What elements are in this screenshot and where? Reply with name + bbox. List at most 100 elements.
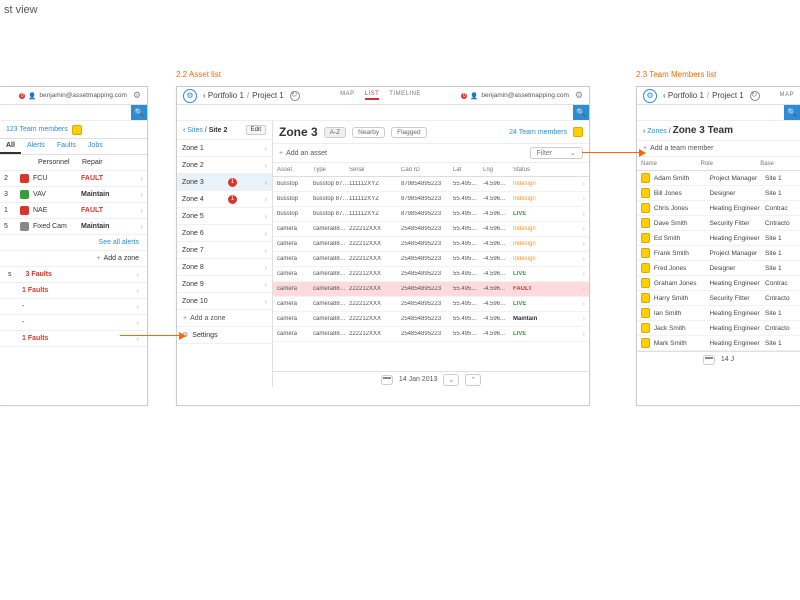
team-member-row[interactable]: Dave SmithSecurity FitterCntracto — [637, 216, 800, 231]
tab-map[interactable]: MAP — [779, 92, 794, 99]
add-zone-button[interactable]: Add a zone — [177, 310, 272, 327]
team-count-link[interactable]: 24 Team members — [509, 129, 567, 136]
team-member-row[interactable]: Graham JonesHeating EngineerContrac — [637, 276, 800, 291]
chevron-right-icon: › — [583, 226, 585, 233]
team-member-row[interactable]: Fred JonesDesignerSite 1 — [637, 261, 800, 276]
sort-flagged[interactable]: Flagged — [391, 127, 427, 138]
search-button[interactable]: 🔍 — [131, 105, 147, 120]
search-input[interactable] — [177, 105, 573, 120]
sort-nearby[interactable]: Nearby — [352, 127, 385, 138]
chevron-right-icon: › — [264, 246, 267, 255]
zone-row[interactable]: Zone 10› — [177, 293, 272, 310]
alert-row[interactable]: 5Fixed CamMaintain› — [0, 219, 147, 235]
chevron-right-icon: › — [264, 195, 267, 204]
breadcrumb[interactable]: ‹ Portfolio 1/Project 1 — [663, 91, 744, 100]
team-member-row[interactable]: Mark SmithHeating EngineerSite 1 — [637, 336, 800, 351]
filter-dropdown[interactable]: Filter⌄ — [530, 147, 583, 159]
calendar-icon[interactable] — [703, 355, 715, 365]
settings-link[interactable]: ⚙Settings — [177, 327, 272, 344]
team-badge-icon — [573, 127, 583, 137]
zone-row[interactable]: Zone 41› — [177, 191, 272, 208]
chevron-right-icon: › — [583, 256, 585, 263]
asset-row[interactable]: cameracamera8885...222212XXX254854895223… — [273, 282, 589, 297]
asset-row[interactable]: busstopbusstop 87985...111112XYZ87985489… — [273, 177, 589, 192]
tab-faults[interactable]: Faults — [51, 139, 82, 154]
team-badge-icon — [72, 125, 82, 135]
team-member-row[interactable]: Chris JonesHeating EngineerContrac — [637, 201, 800, 216]
tab-jobs[interactable]: Jobs — [82, 139, 109, 154]
add-team-member-button[interactable]: Add a team member — [637, 141, 800, 157]
caption-team-list: 2.3 Team Members list — [636, 70, 716, 79]
summary-row[interactable]: s3 Faults› — [0, 267, 147, 283]
search-button[interactable]: 🔍 — [784, 105, 800, 120]
add-asset-button[interactable]: Add an asset — [279, 150, 327, 157]
zone-row[interactable]: Zone 9› — [177, 276, 272, 293]
panel-team-list: ⚙ ‹ Portfolio 1/Project 1 MAP 🔍 ‹ Zones … — [636, 86, 800, 406]
summary-row[interactable]: -› — [0, 299, 147, 315]
alert-row[interactable]: 2FCUFAULT› — [0, 171, 147, 187]
search-input[interactable] — [637, 105, 784, 120]
tab-timeline[interactable]: TIMELINE — [389, 91, 421, 100]
zone-row[interactable]: Zone 31› — [177, 174, 272, 191]
zones-link[interactable]: Zones — [647, 128, 666, 135]
tab-list[interactable]: LIST — [365, 91, 380, 100]
zone-row[interactable]: Zone 2› — [177, 157, 272, 174]
refresh-icon[interactable] — [750, 91, 760, 101]
member-badge-icon — [641, 293, 650, 303]
asset-row[interactable]: busstopbusstop 87985...111112XYZ87985489… — [273, 192, 589, 207]
alert-row[interactable]: 3VAVMaintain› — [0, 187, 147, 203]
summary-row[interactable]: 1 Faults› — [0, 283, 147, 299]
edit-button[interactable]: Edit — [246, 125, 266, 135]
date-up-button[interactable]: ⌃ — [465, 374, 481, 386]
team-member-row[interactable]: Ed SmithHeating EngineerSite 1 — [637, 231, 800, 246]
asset-row[interactable]: cameracamera8885...222212XXX254854895223… — [273, 237, 589, 252]
summary-row[interactable]: 1 Faults› — [0, 331, 147, 347]
refresh-icon[interactable] — [290, 91, 300, 101]
team-member-row[interactable]: Jack SmithHeating EngineerCntracto — [637, 321, 800, 336]
summary-row[interactable]: -› — [0, 315, 147, 331]
zone-row[interactable]: Zone 7› — [177, 242, 272, 259]
chevron-right-icon: › — [583, 271, 585, 278]
asset-row[interactable]: cameracamera8885...222212XXX254854895223… — [273, 312, 589, 327]
zone-row[interactable]: Zone 6› — [177, 225, 272, 242]
sort-az[interactable]: A-Z — [324, 127, 346, 138]
user-menu[interactable]: 0👤 benjamin@assetmapping.com — [461, 92, 569, 100]
sites-link[interactable]: Sites — [187, 127, 203, 134]
date-down-button[interactable]: ⌄ — [443, 374, 459, 386]
zone-row[interactable]: Zone 8› — [177, 259, 272, 276]
team-member-row[interactable]: Ian SmithHeating EngineerSite 1 — [637, 306, 800, 321]
chevron-right-icon: › — [583, 211, 585, 218]
see-all-alerts-link[interactable]: See all alerts — [0, 235, 147, 251]
asset-row[interactable]: cameracamera8885...222212XXX254854895223… — [273, 297, 589, 312]
asset-row[interactable]: cameracamera8885...222212XXX254854895223… — [273, 252, 589, 267]
calendar-icon[interactable] — [381, 375, 393, 385]
team-members-link[interactable]: 123 Team members — [6, 126, 68, 133]
search-button[interactable]: 🔍 — [573, 105, 589, 120]
search-input[interactable] — [0, 105, 131, 120]
team-member-row[interactable]: Bill JonesDesignerSite 1 — [637, 186, 800, 201]
add-zone-button[interactable]: Add a zone — [0, 251, 147, 267]
user-menu[interactable]: 0👤 benjamin@assetmapping.com — [19, 92, 127, 100]
header: 0👤 benjamin@assetmapping.com ⚙ — [0, 87, 147, 105]
asset-row[interactable]: busstopbusstop 87985...111112XYZ87985489… — [273, 207, 589, 222]
zone-row[interactable]: Zone 1› — [177, 140, 272, 157]
chevron-right-icon: › — [140, 206, 143, 215]
asset-row[interactable]: cameracamera8885...222212XXX254854895223… — [273, 222, 589, 237]
team-member-row[interactable]: Harry SmithSecurity FitterCntracto — [637, 291, 800, 306]
alert-row[interactable]: 1NAEFAULT› — [0, 203, 147, 219]
team-member-row[interactable]: Frank SmithProject ManagerSite 1 — [637, 246, 800, 261]
team-member-row[interactable]: Adam SmithProject ManagerSite 1 — [637, 171, 800, 186]
asset-row[interactable]: cameracamera8885...222212XXX254854895223… — [273, 267, 589, 282]
gear-icon[interactable]: ⚙ — [575, 90, 583, 101]
date-bar: 14 J — [637, 351, 800, 367]
gear-icon[interactable]: ⚙ — [133, 90, 141, 101]
chevron-right-icon: › — [140, 222, 143, 231]
breadcrumb[interactable]: ‹ Portfolio 1/Project 1 — [203, 91, 284, 100]
team-summary: 123 Team members — [0, 121, 147, 139]
date-bar: 14 Jan 2013 ⌄ ⌃ — [273, 371, 589, 387]
zone-row[interactable]: Zone 5› — [177, 208, 272, 225]
tab-map[interactable]: MAP — [340, 91, 355, 100]
tab-all[interactable]: All — [0, 139, 21, 154]
asset-row[interactable]: cameracamera8885...222212XXX254854895223… — [273, 327, 589, 342]
tab-alerts[interactable]: Alerts — [21, 139, 51, 154]
